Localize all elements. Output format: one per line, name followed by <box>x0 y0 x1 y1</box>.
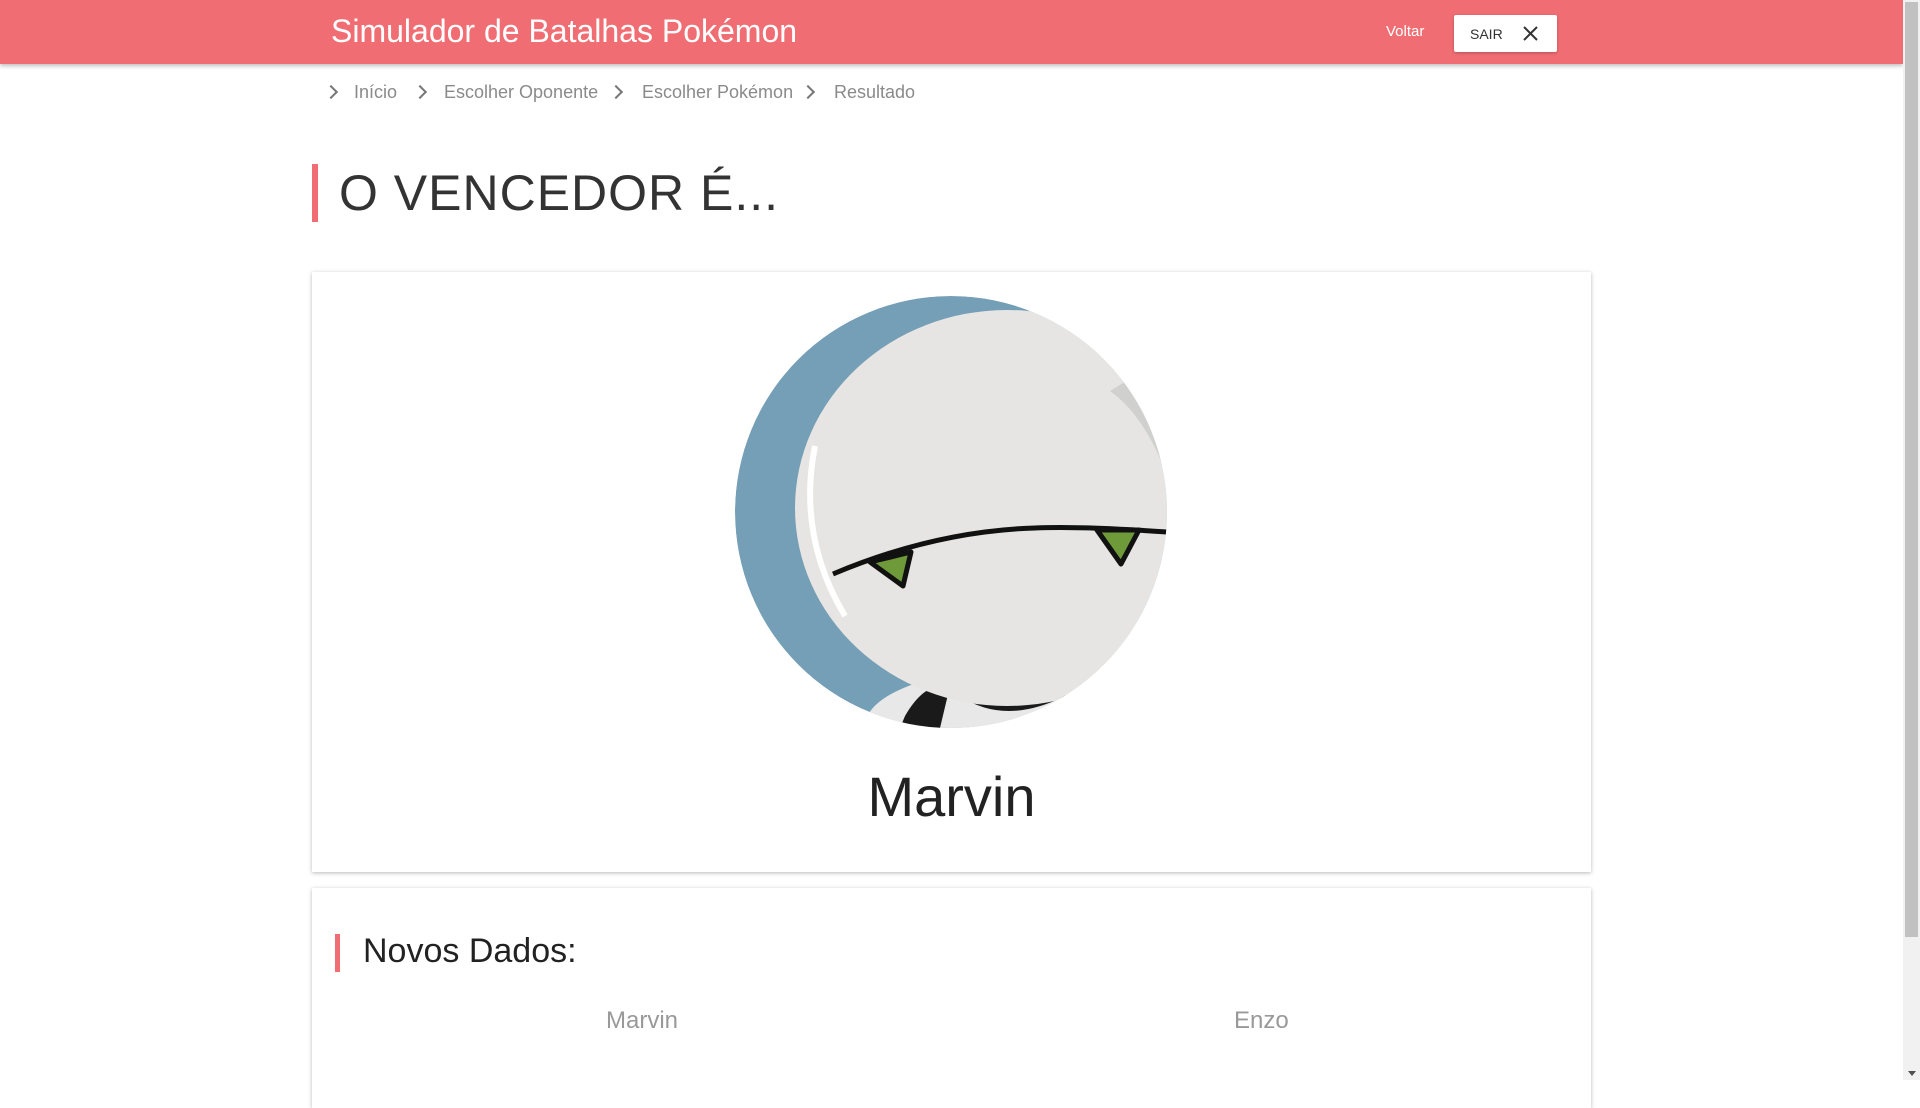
chevron-right-icon <box>800 84 816 100</box>
close-icon <box>1523 26 1538 41</box>
new-data-card: Novos Dados: Marvin Enzo <box>312 888 1591 1108</box>
app-title: Simulador de Batalhas Pokémon <box>331 13 798 49</box>
scroll-down-arrow-icon[interactable] <box>1908 1071 1916 1076</box>
app-header: Simulador de Batalhas Pokémon Voltar SAI… <box>0 0 1903 64</box>
breadcrumb-item-escolher-pokemon[interactable]: Escolher Pokémon <box>642 82 793 103</box>
chevron-right-icon <box>608 84 624 100</box>
vertical-scrollbar[interactable] <box>1903 0 1920 1080</box>
winner-card: Marvin <box>312 272 1591 872</box>
back-link[interactable]: Voltar <box>1386 23 1424 40</box>
chevron-right-icon <box>412 84 428 100</box>
exit-button[interactable]: SAIR <box>1454 15 1557 52</box>
new-data-title: Novos Dados: <box>363 932 577 970</box>
breadcrumb-item-resultado[interactable]: Resultado <box>834 82 915 103</box>
title-accent-bar <box>312 164 318 222</box>
section-accent-bar <box>335 934 340 972</box>
exit-button-label: SAIR <box>1470 25 1503 42</box>
winner-avatar <box>735 296 1167 728</box>
page-title: O VENCEDOR É... <box>339 165 780 221</box>
scroll-thumb[interactable] <box>1905 2 1918 937</box>
breadcrumb-item-escolher-oponente[interactable]: Escolher Oponente <box>444 82 598 103</box>
winner-name: Marvin <box>867 765 1036 828</box>
player-name-enzo: Enzo <box>1234 1007 1289 1034</box>
chevron-right-icon <box>323 84 339 100</box>
breadcrumb-item-inicio[interactable]: Início <box>354 82 397 103</box>
player-name-marvin: Marvin <box>606 1007 679 1034</box>
